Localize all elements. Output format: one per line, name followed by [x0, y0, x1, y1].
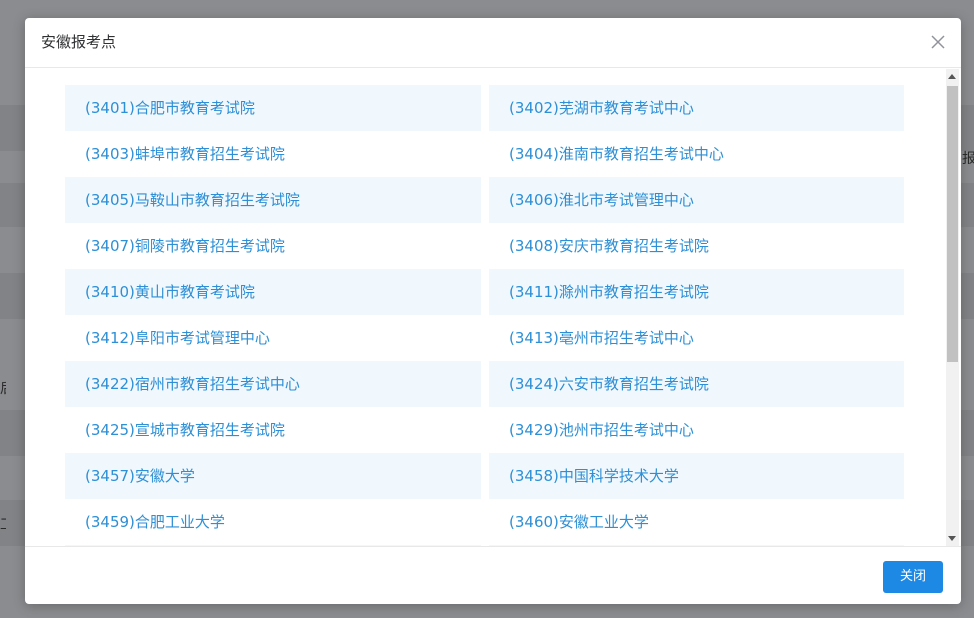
exam-site-item[interactable]: (3425)宣城市教育招生考试院: [65, 407, 481, 453]
table-row: (3401)合肥市教育考试院 (3402)芜湖市教育考试中心: [65, 85, 905, 131]
dialog-body[interactable]: (3401)合肥市教育考试院 (3402)芜湖市教育考试中心 (3403)蚌埠市…: [25, 69, 961, 546]
close-button[interactable]: 关闭: [883, 561, 943, 593]
exam-site-item[interactable]: (3408)安庆市教育招生考试院: [489, 223, 904, 269]
exam-site-item[interactable]: (3403)蚌埠市教育招生考试院: [65, 131, 481, 177]
table-row: (3405)马鞍山市教育招生考试院 (3406)淮北市考试管理中心: [65, 177, 905, 223]
table-row: (3422)宿州市教育招生考试中心 (3424)六安市教育招生考试院: [65, 361, 905, 407]
exam-site-item[interactable]: (3459)合肥工业大学: [65, 499, 481, 545]
exam-site-item[interactable]: (3404)淮南市教育招生考试中心: [489, 131, 904, 177]
close-icon[interactable]: [929, 33, 947, 51]
exam-site-item[interactable]: (3413)亳州市招生考试中心: [489, 315, 904, 361]
exam-site-item[interactable]: (3412)阜阳市考试管理中心: [65, 315, 481, 361]
scroll-up-arrow-icon[interactable]: [948, 74, 956, 79]
table-row: (3412)阜阳市考试管理中心 (3413)亳州市招生考试中心: [65, 315, 905, 361]
dialog-scrollbar[interactable]: [946, 69, 959, 546]
exam-site-item[interactable]: (3401)合肥市教育考试院: [65, 85, 481, 131]
scroll-down-arrow-icon[interactable]: [948, 536, 956, 541]
exam-site-item[interactable]: (3402)芜湖市教育考试中心: [489, 85, 904, 131]
table-row: (3459)合肥工业大学 (3460)安徽工业大学: [65, 499, 905, 545]
exam-site-list: (3401)合肥市教育考试院 (3402)芜湖市教育考试中心 (3403)蚌埠市…: [65, 85, 905, 546]
table-row: (3457)安徽大学 (3458)中国科学技术大学: [65, 453, 905, 499]
exam-site-item[interactable]: (3460)安徽工业大学: [489, 499, 904, 545]
exam-site-item[interactable]: (3407)铜陵市教育招生考试院: [65, 223, 481, 269]
table-row: (3410)黄山市教育考试院 (3411)滁州市教育招生考试院: [65, 269, 905, 315]
exam-site-item[interactable]: (3424)六安市教育招生考试院: [489, 361, 904, 407]
dialog-title: 安徽报考点: [41, 33, 117, 51]
exam-site-item[interactable]: (3458)中国科学技术大学: [489, 453, 904, 499]
table-row: (3407)铜陵市教育招生考试院 (3408)安庆市教育招生考试院: [65, 223, 905, 269]
table-row: (3425)宣城市教育招生考试院 (3429)池州市招生考试中心: [65, 407, 905, 453]
exam-site-item[interactable]: (3406)淮北市考试管理中心: [489, 177, 904, 223]
exam-site-item[interactable]: (3457)安徽大学: [65, 453, 481, 499]
exam-site-item[interactable]: (3410)黄山市教育考试院: [65, 269, 481, 315]
exam-site-item[interactable]: (3411)滁州市教育招生考试院: [489, 269, 904, 315]
table-row: (3403)蚌埠市教育招生考试院 (3404)淮南市教育招生考试中心: [65, 131, 905, 177]
dialog-footer: 关闭: [25, 546, 961, 604]
exam-site-item[interactable]: (3422)宿州市教育招生考试中心: [65, 361, 481, 407]
scrollbar-thumb[interactable]: [947, 86, 958, 362]
exam-site-dialog: 安徽报考点 (3401)合肥市教育考试院 (3402)芜湖市教育考试中心 (34…: [25, 18, 961, 604]
exam-site-item[interactable]: (3405)马鞍山市教育招生考试院: [65, 177, 481, 223]
dialog-header: 安徽报考点: [25, 18, 961, 68]
exam-site-item[interactable]: (3429)池州市招生考试中心: [489, 407, 904, 453]
